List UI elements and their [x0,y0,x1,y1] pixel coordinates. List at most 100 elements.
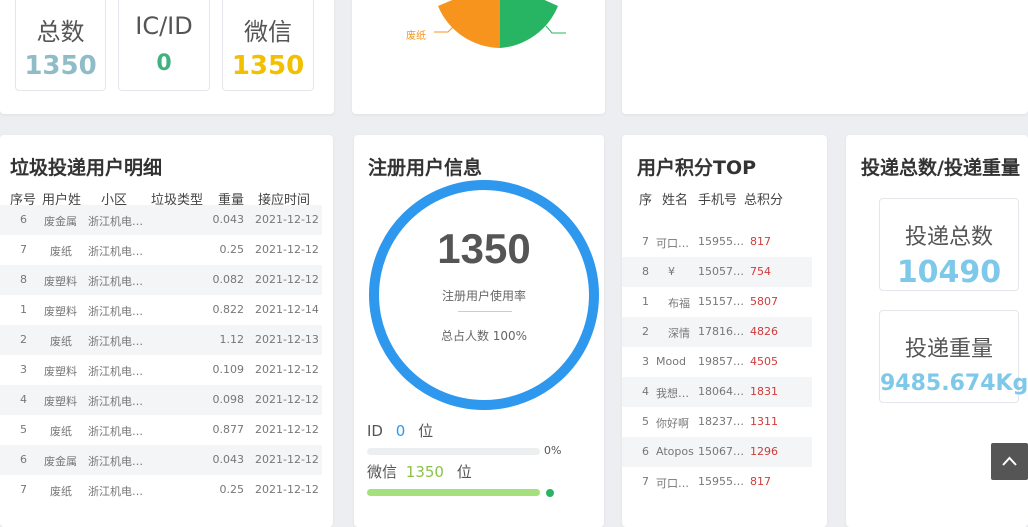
stat-icid-label: IC/ID [135,12,193,40]
table-cell: 7 [642,475,649,488]
delivery-title: 投递总数/投递重量 [861,157,1020,179]
table-cell: 2021-12-12 [255,483,319,496]
id-label: ID [367,422,383,440]
table-cell: 1 [642,295,649,308]
points-title: 用户积分TOP [637,157,757,179]
table-row[interactable]: 7 可口… 15955… 817 [622,227,812,257]
table-cell: 2021-12-12 [255,453,319,466]
delivery-weight-label: 投递重量 [904,337,993,362]
table-cell: 18237… [698,415,744,428]
registered-users-panel: 注册用户信息 1350 注册用户使用率 总占人数 100% ID 0 位 0% … [354,135,604,527]
wechat-unit: 位 [456,463,472,481]
table-row[interactable]: 7 可口… 15955… 817 [622,467,812,497]
table-cell: 浙江机电… [88,425,143,438]
table-cell: 0.25 [219,483,245,496]
stat-wechat-value: 1350 [231,51,305,81]
table-cell: 4 [642,385,649,398]
table-cell: 废纸 [50,425,72,438]
table-cell: 浙江机电… [88,245,143,258]
table-row[interactable]: 1 废塑料 浙江机电… 0.822 2021-12-14 [0,295,322,325]
table-cell: 1311 [750,415,778,428]
table-cell: 8 [20,273,27,286]
table-cell: 6 [20,453,27,466]
table-cell: 可口… [656,237,689,250]
table-row[interactable]: 7 废纸 浙江机电… 0.25 2021-12-12 [0,475,322,505]
stat-icid-value: 0 [156,51,172,76]
id-progress-track [367,448,540,455]
table-cell: 深情 [668,327,690,340]
table-row[interactable]: 4 废塑料 浙江机电… 0.098 2021-12-12 [0,385,322,415]
table-row[interactable]: 3 Mood 19857… 4505 [622,347,812,377]
table-row[interactable]: 5 废纸 浙江机电… 0.877 2021-12-12 [0,415,322,445]
summary-card: 总数 1350 IC/ID 0 微信 1350 [0,0,334,114]
points-top-panel: 用户积分TOP 序 姓名 手机号 总积分 7 可口… 15955… 817 8 ¥1505… [622,135,827,527]
table-cell: 2 [642,325,649,338]
table-cell: 浙江机电… [88,335,143,348]
records-title: 垃圾投递用户明细 [10,157,163,179]
registered-count: 1350 [437,225,531,272]
table-cell: 2021-12-14 [255,303,319,316]
table-cell: 废纸 [50,335,72,348]
table-cell: 7 [20,483,27,496]
id-users-line: ID 0 位 [367,420,433,441]
table-cell: 0.109 [212,363,245,376]
table-cell: 17816… [698,325,744,338]
table-cell: 浙江机电… [88,215,143,228]
table-row[interactable]: 1 布福 15157… 5807 [622,287,812,317]
table-cell: 废纸 [50,245,72,258]
stat-total: 总数 1350 [15,0,106,91]
table-row[interactable]: 7 废纸 浙江机电… 0.25 2021-12-12 [0,235,322,265]
back-to-top-button[interactable] [991,443,1028,480]
table-cell: 6 [642,445,649,458]
pie-slice-orange [438,0,500,48]
table-cell: 0.098 [212,393,245,406]
table-row[interactable]: 6 Atopos 15067… 1296 [622,437,812,467]
table-cell: 浙江机电… [88,365,143,378]
table-cell: 2021-12-12 [255,243,319,256]
table-row[interactable]: 2 深情 17816… 4826 [622,317,812,347]
share-label: 总占人数 100% [440,329,528,343]
table-row[interactable]: 4 我想… 18064… 1831 [622,377,812,407]
table-cell: Mood [656,355,686,368]
id-value: 0 [395,422,406,440]
table-row[interactable]: 6 废金属 浙江机电… 0.043 2021-12-12 [0,205,322,235]
table-cell: 1831 [750,385,778,398]
table-cell: 817 [750,235,771,248]
pie-slice-green [500,0,558,48]
points-table-body[interactable]: 7 可口… 15955… 817 8 ¥15057… 754 1 布福 15157… 5807 2 深情… [622,227,827,497]
table-cell: 15955… [698,235,744,248]
table-cell: 2021-12-12 [255,273,319,286]
wechat-progress-fill [367,489,540,496]
table-cell: 浙江机电… [88,395,143,408]
table-cell: 0.043 [212,453,245,466]
table-cell: 浙江机电… [88,305,143,318]
table-cell: 布福 [668,297,690,310]
pie-leader-left [434,25,455,33]
table-cell: 15157… [698,295,744,308]
table-row[interactable]: 5 你好啊 18237… 1311 [622,407,812,437]
table-row[interactable]: 8 ¥15057… 754 [622,257,812,287]
points-header-index: 序 [639,193,653,208]
table-cell: 废塑料 [44,305,77,318]
table-row[interactable]: 2 废纸 浙江机电… 1.12 2021-12-13 [0,325,322,355]
table-cell: 0.822 [212,303,245,316]
stat-wechat-label: 微信 [244,18,292,46]
records-table-body[interactable]: 6 废金属 浙江机电… 0.043 2021-12-12 7 废纸 浙江机电… 0.25 2021… [0,205,333,515]
table-cell: 0.043 [212,213,245,226]
table-cell: 废金属 [44,215,77,228]
table-cell: 1296 [750,445,778,458]
delivery-count-box: 投递总数 10490 [879,198,1019,291]
table-row[interactable]: 3 废塑料 浙江机电… 0.109 2021-12-12 [0,355,322,385]
table-cell: 6 [20,213,27,226]
delivery-weight-value: 9485.674Kg [880,371,1028,396]
table-cell: 0.25 [219,243,245,256]
id-percent: 0% [544,444,562,457]
table-cell: 1 [20,303,27,316]
table-row[interactable]: 8 废塑料 浙江机电… 0.082 2021-12-12 [0,265,322,295]
table-cell: 废金属 [44,455,77,468]
table-row[interactable]: 6 废金属 浙江机电… 0.043 2021-12-12 [0,445,322,475]
table-cell: 2021-12-12 [255,423,319,436]
table-cell: 2021-12-12 [255,213,319,226]
table-cell: ¥ [668,265,675,278]
table-cell: 2 [20,333,27,346]
